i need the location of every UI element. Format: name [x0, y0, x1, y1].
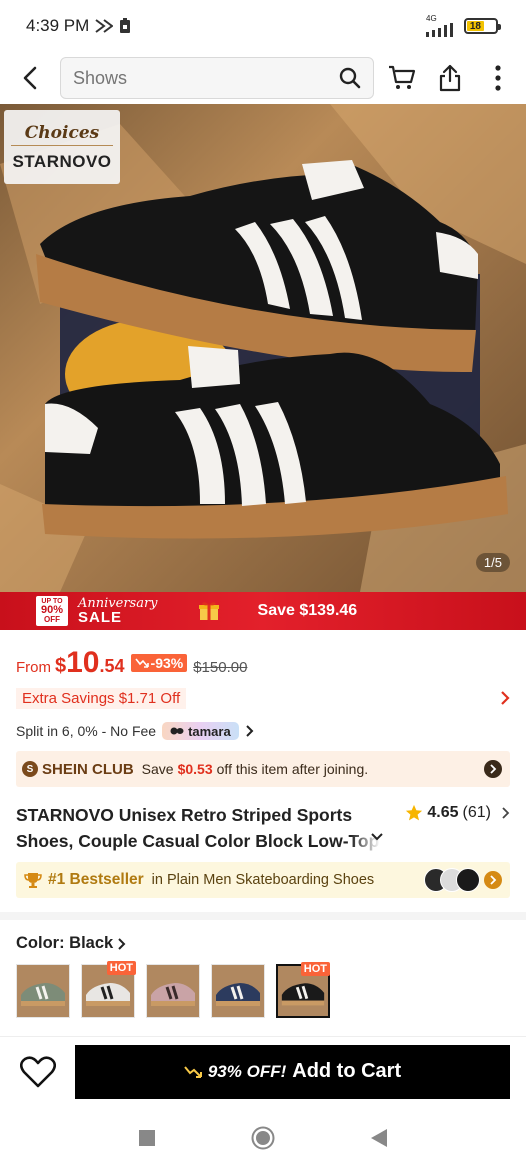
promo-save-text: Save $139.46 — [257, 602, 358, 619]
heart-icon — [19, 1055, 56, 1087]
color-swatches: HOT HOT — [16, 961, 330, 1018]
signal-icon — [426, 23, 453, 37]
back-nav-icon[interactable] — [371, 1128, 387, 1147]
price-decimal: .54 — [99, 656, 125, 676]
sim-icon — [120, 18, 131, 33]
club-name: SHEIN CLUB — [42, 760, 134, 778]
price-integer: 10 — [66, 646, 100, 679]
recents-icon[interactable] — [139, 1129, 155, 1146]
share-icon — [439, 64, 461, 92]
search-icon[interactable] — [339, 67, 361, 89]
sale-label: SALE — [78, 609, 123, 626]
battery-icon: 18 — [464, 18, 501, 34]
add-to-cart-button[interactable]: 93% OFF! Add to Cart — [75, 1044, 510, 1099]
split-payment-row[interactable]: Split in 6, 0% - No Fee tamara — [16, 720, 254, 742]
chevron-right-icon[interactable] — [245, 724, 254, 738]
notification-icon — [95, 19, 114, 33]
shoe-thumbnail — [151, 983, 195, 1006]
bestseller-rank: #1 Bestseller — [48, 871, 144, 888]
network-label: 4G — [426, 14, 437, 23]
trend-down-icon — [134, 658, 149, 668]
rating[interactable]: 4.65 (61) — [405, 804, 510, 822]
sale-tag-line3: OFF — [44, 615, 60, 624]
more-vertical-icon — [495, 65, 501, 91]
club-logo-icon: S — [22, 761, 38, 777]
brand-label: STARNOVO — [12, 151, 112, 171]
tamara-badge: tamara — [162, 722, 239, 740]
price-from-label: From — [16, 659, 51, 676]
product-title[interactable]: STARNOVO Unisex Retro Striped Sports Sho… — [16, 802, 380, 854]
color-swatch-green[interactable] — [16, 964, 70, 1018]
club-save-prefix: Save — [141, 761, 174, 777]
product-title-row: STARNOVO Unisex Retro Striped Sports Sho… — [16, 802, 510, 854]
choices-label: Choices — [10, 123, 114, 146]
add-to-cart-discount: 93% OFF! — [207, 1061, 287, 1081]
star-icon — [406, 804, 423, 821]
bestseller-category: in Plain Men Skateboarding Shoes — [151, 872, 375, 888]
wishlist-button[interactable] — [0, 1037, 75, 1107]
thumbnail — [456, 868, 480, 892]
trophy-icon — [24, 873, 42, 888]
shoe-thumbnail — [216, 983, 260, 1006]
back-arrow-icon — [23, 66, 37, 90]
bestseller-thumbnails — [424, 868, 480, 892]
bottom-action-bar: 93% OFF! Add to Cart — [0, 1036, 526, 1106]
price-row: From $ 10 .54 -93% $150.00 — [16, 646, 247, 680]
anniversary-sale-logo: Anniversary SALE — [78, 597, 158, 625]
color-label-text: Color: Black — [16, 934, 114, 952]
more-button[interactable] — [474, 52, 522, 104]
discount-percent: -93% — [150, 655, 184, 671]
review-count: (61) — [462, 804, 491, 821]
color-swatch-black-white[interactable]: HOT — [81, 961, 136, 1018]
tamara-logo-icon — [170, 727, 184, 735]
gift-icon — [198, 602, 219, 620]
choices-brand-badge: Choices STARNOVO — [4, 110, 120, 184]
shein-club-bar[interactable]: S SHEIN CLUB Save $0.53 off this item af… — [16, 751, 510, 787]
add-to-cart-label: Add to Cart — [292, 1060, 402, 1082]
trend-down-icon — [184, 1065, 202, 1078]
promo-banner[interactable]: UP TO 90% OFF Anniversary SALE Save $139… — [0, 592, 526, 630]
status-bar: 4:39 PM 4G 18 — [0, 0, 526, 52]
color-swatch-navy[interactable] — [211, 964, 265, 1018]
hot-badge: HOT — [300, 962, 330, 976]
club-save-suffix: off this item after joining. — [216, 761, 369, 777]
bestseller-bar[interactable]: #1 Bestseller in Plain Men Skateboarding… — [16, 862, 510, 898]
product-image-carousel[interactable]: Choices STARNOVO 1/5 — [0, 104, 526, 592]
color-swatch-pink[interactable] — [146, 964, 200, 1018]
split-payment-text: Split in 6, 0% - No Fee — [16, 723, 157, 739]
price-currency: $ — [55, 655, 67, 677]
hot-badge: HOT — [106, 961, 136, 975]
status-time: 4:39 PM — [26, 16, 90, 35]
extra-savings-text: Extra Savings $1.71 Off — [16, 687, 187, 709]
club-save-amount: $0.53 — [177, 761, 213, 777]
share-button[interactable] — [426, 52, 474, 104]
discount-badge: -93% — [130, 654, 188, 672]
battery-level: 18 — [469, 20, 481, 32]
system-nav-bar — [0, 1106, 526, 1169]
search-input[interactable] — [73, 67, 339, 89]
cart-button[interactable] — [378, 52, 426, 104]
club-arrow-icon[interactable] — [484, 760, 502, 778]
rating-value: 4.65 — [427, 804, 459, 821]
top-bar — [0, 52, 526, 104]
color-swatch-black[interactable]: HOT — [276, 962, 330, 1018]
chevron-right-icon — [118, 937, 126, 950]
back-button[interactable] — [0, 52, 60, 104]
cart-icon — [389, 65, 416, 89]
shoe-thumbnail — [21, 983, 65, 1006]
image-counter: 1/5 — [475, 553, 510, 572]
color-label[interactable]: Color: Black — [16, 934, 126, 953]
section-divider — [0, 912, 526, 920]
home-icon[interactable] — [251, 1126, 275, 1150]
original-price: $150.00 — [193, 659, 248, 676]
extra-savings-row[interactable]: Extra Savings $1.71 Off — [16, 686, 510, 710]
chevron-right-icon[interactable] — [500, 690, 510, 706]
search-box[interactable] — [60, 57, 374, 99]
bestseller-arrow-icon[interactable] — [484, 871, 502, 889]
sale-tag: UP TO 90% OFF — [36, 596, 68, 626]
tamara-label: tamara — [188, 723, 231, 739]
chevron-right-icon — [502, 807, 510, 819]
chevron-down-icon[interactable] — [370, 832, 384, 842]
